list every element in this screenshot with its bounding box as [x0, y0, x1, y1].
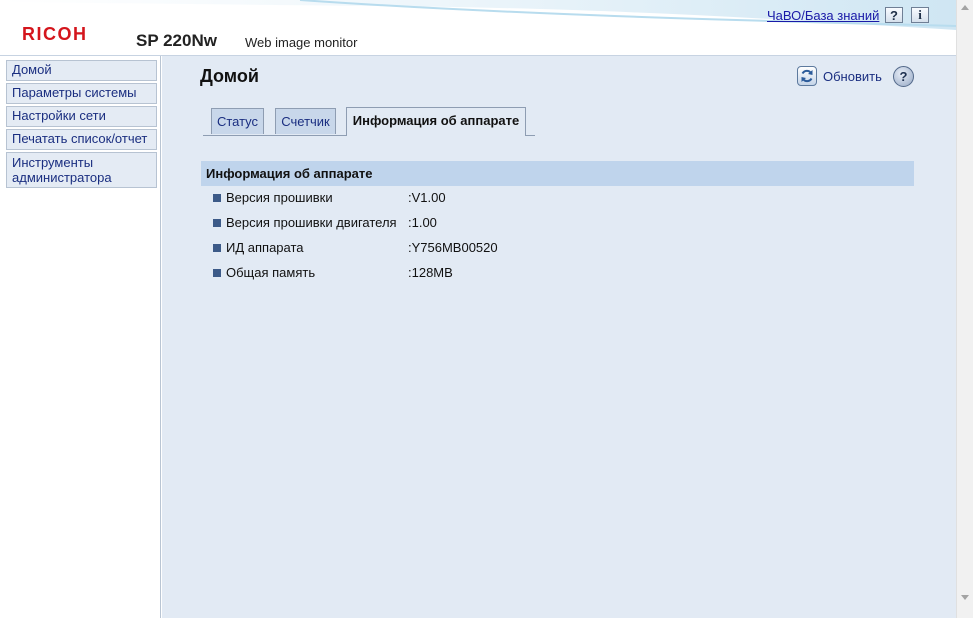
scroll-down-arrow-icon[interactable] [961, 595, 969, 600]
scroll-up-arrow-icon[interactable] [961, 5, 969, 10]
sidebar-item-network-settings[interactable]: Настройки сети [6, 106, 157, 127]
bullet-icon [213, 194, 221, 202]
refresh-button[interactable]: Обновить [797, 66, 882, 86]
info-value: :Y756MB00520 [408, 240, 498, 255]
info-value: :1.00 [408, 215, 437, 230]
info-icon: i [918, 7, 922, 22]
vertical-scrollbar[interactable] [956, 0, 973, 618]
bullet-icon [213, 219, 221, 227]
tab-counter[interactable]: Счетчик [275, 108, 336, 134]
sidebar-item-label: Инструменты администратора [12, 155, 112, 185]
refresh-label: Обновить [823, 68, 882, 84]
info-label: Общая память [226, 265, 316, 280]
info-label: Версия прошивки двигателя [226, 215, 397, 230]
printer-model: SP 220Nw [136, 31, 217, 50]
sidebar-item-label: Домой [12, 62, 52, 77]
bullet-icon [213, 269, 221, 277]
main-content: Домой Обновить ? Статус Счетчик Информац… [162, 56, 956, 618]
page-title: Домой [200, 66, 259, 86]
question-icon: ? [890, 7, 898, 23]
info-button[interactable]: i [911, 7, 929, 23]
question-icon: ? [899, 69, 908, 84]
sidebar-item-label: Параметры системы [12, 85, 137, 100]
product-name: Web image monitor [245, 35, 358, 50]
sidebar: Домой Параметры системы Настройки сети П… [0, 56, 161, 618]
sidebar-item-label: Печатать список/отчет [12, 131, 148, 146]
sidebar-item-system-settings[interactable]: Параметры системы [6, 83, 157, 104]
sidebar-item-label: Настройки сети [12, 108, 106, 123]
info-value: :V1.00 [408, 190, 446, 205]
header: RICOH SP 220Nw Web image monitor ЧаВО/Ба… [0, 0, 956, 56]
section-header: Информация об аппарате [201, 161, 914, 186]
sidebar-item-home[interactable]: Домой [6, 60, 157, 81]
help-button[interactable]: ? [885, 7, 903, 23]
bullet-icon [213, 244, 221, 252]
info-label: Версия прошивки [226, 190, 333, 205]
info-label: ИД аппарата [226, 240, 304, 255]
tab-status[interactable]: Статус [211, 108, 264, 134]
page-help-button[interactable]: ? [893, 66, 914, 87]
refresh-icon [797, 66, 817, 86]
tab-machine-info[interactable]: Информация об аппарате [346, 107, 526, 136]
tab-bar: Статус Счетчик Информация об аппарате [203, 107, 535, 136]
faq-link[interactable]: ЧаВО/База знаний [767, 8, 879, 23]
sidebar-item-admin-tools[interactable]: Инструменты администратора [6, 152, 157, 188]
sidebar-item-print-list[interactable]: Печатать список/отчет [6, 129, 157, 150]
info-value: :128MB [408, 265, 453, 280]
ricoh-logo: RICOH [22, 24, 88, 44]
